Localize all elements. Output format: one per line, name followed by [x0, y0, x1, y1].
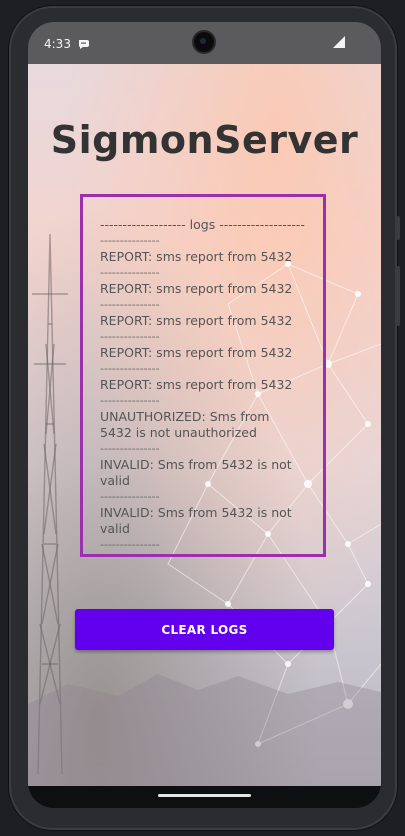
log-entry: INVALID: Sms from 5432 is not valid	[100, 505, 292, 536]
log-divider: ---------------	[100, 538, 160, 551]
app-title: SigmonServer	[50, 118, 359, 162]
log-entry: REPORT: sms report from 5432	[100, 249, 293, 264]
screen: 4:33 SigmonServer ------------------- lo…	[28, 22, 381, 808]
power-button	[396, 216, 400, 240]
log-divider: ---------------	[100, 490, 160, 503]
log-entry: REPORT: sms report from 5432	[100, 281, 293, 296]
log-divider: ---------------	[100, 442, 160, 455]
log-entry: INVALID: Sms from 5432 is not valid	[100, 457, 292, 488]
logs-panel: ------------------- logs ---------------…	[80, 194, 326, 557]
home-gesture-handle[interactable]	[158, 794, 251, 797]
log-entry: UNAUTHORIZED: Sms from 5432 is not unaut…	[100, 409, 270, 440]
log-divider: ---------------	[100, 234, 160, 247]
status-time: 4:33	[44, 37, 71, 51]
app-content: SigmonServer ------------------- logs --…	[28, 64, 381, 786]
log-divider: ---------------	[100, 394, 160, 407]
log-divider: ---------------	[100, 298, 160, 311]
status-bar: 4:33	[28, 22, 381, 64]
notification-icon	[78, 38, 90, 52]
log-entry: REPORT: sms report from 5432	[100, 377, 293, 392]
volume-button	[396, 266, 400, 326]
log-divider: ---------------	[100, 330, 160, 343]
camera-icon	[194, 32, 214, 52]
signal-icon	[333, 36, 345, 51]
navigation-bar	[28, 786, 381, 808]
logs-header: ------------------- logs ---------------…	[100, 217, 305, 232]
log-entry: REPORT: sms report from 5432	[100, 345, 293, 360]
device-frame: 4:33 SigmonServer ------------------- lo…	[9, 6, 400, 830]
log-divider: ---------------	[100, 362, 160, 375]
clear-logs-button[interactable]: CLEAR LOGS	[75, 609, 334, 650]
log-divider: ---------------	[100, 266, 160, 279]
log-entry: REPORT: sms report from 5432	[100, 313, 293, 328]
